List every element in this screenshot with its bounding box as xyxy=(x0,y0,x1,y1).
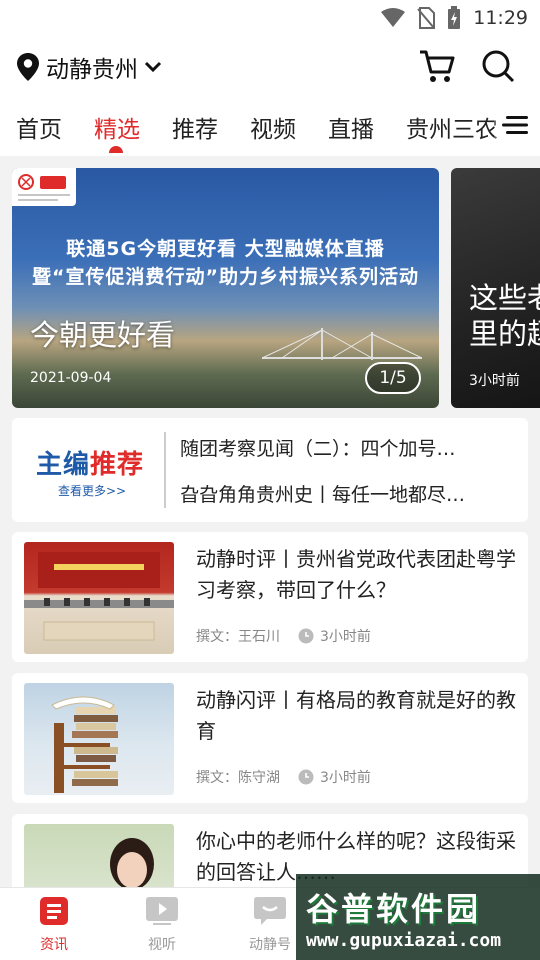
banner-headline-line2: 暨“宣传促消费行动”助力乡村振兴系列活动 xyxy=(32,266,419,288)
article-thumbnail xyxy=(24,542,174,654)
nav-news-label: 资讯 xyxy=(40,937,68,953)
nav-news[interactable]: 资讯 xyxy=(14,896,94,954)
tab-video[interactable]: 视频 xyxy=(250,110,296,144)
watermark-title: 谷普软件园 xyxy=(306,890,482,928)
brand-right: 推荐 xyxy=(90,450,145,480)
clock-icon xyxy=(298,628,314,644)
chevron-down-icon xyxy=(144,61,162,73)
location-selector[interactable]: 动静贵州 xyxy=(16,50,162,84)
article-author: 撰文：王石川 xyxy=(196,629,280,645)
tab-home[interactable]: 首页 xyxy=(16,110,62,144)
article-card[interactable]: 动静时评丨贵州省党政代表团赴粤学习考察，带回了什么？ 撰文：王石川 3小时前 xyxy=(12,532,528,662)
editor-picks-panel: 主编推荐 查看更多>> 随团考察见闻（二）：四个加号… 旮旮角角贵州史丨每任一地… xyxy=(12,418,528,522)
carousel-slide-next[interactable]: 这些老 里的趣 3小时前 xyxy=(451,168,540,408)
editor-picks-brand: 主编推荐 xyxy=(36,444,144,481)
editor-pick-item[interactable]: 随团考察见闻（二）：四个加号… xyxy=(180,434,456,461)
see-more-link[interactable]: 查看更多>> xyxy=(58,482,126,499)
status-bar: 11:29 xyxy=(0,0,540,36)
article-author: 撰文：陈守湖 xyxy=(196,770,280,786)
cart-button[interactable] xyxy=(418,48,456,88)
active-tab-indicator xyxy=(109,146,123,153)
news-icon xyxy=(40,897,68,925)
search-icon xyxy=(482,50,515,83)
wifi-icon xyxy=(381,8,406,27)
carousel-counter: 1/5 xyxy=(365,362,421,394)
battery-charging-icon xyxy=(448,6,461,29)
status-icons: 11:29 xyxy=(381,6,528,30)
chat-icon xyxy=(254,897,286,925)
tab-live[interactable]: 直播 xyxy=(328,110,374,144)
tab-featured[interactable]: 精选 xyxy=(94,110,140,144)
next-slide-time: 3小时前 xyxy=(469,373,520,389)
location-name: 动静贵州 xyxy=(46,57,138,83)
clock-icon xyxy=(298,769,314,785)
article-meta: 撰文：王石川 3小时前 xyxy=(196,626,371,646)
article-time: 3小时前 xyxy=(320,629,371,645)
top-bar: 动静贵州 xyxy=(0,36,540,96)
banner-headline-line1: 联通5G今朝更好看 大型融媒体直播 xyxy=(66,238,385,260)
nav-audiovisual[interactable]: 视听 xyxy=(122,896,202,954)
tab-recommend[interactable]: 推荐 xyxy=(172,110,218,144)
article-time: 3小时前 xyxy=(320,770,371,786)
article-title: 动静时评丨贵州省党政代表团赴粤学习考察，带回了什么？ xyxy=(196,547,516,602)
nav-audiovisual-label: 视听 xyxy=(148,937,176,953)
watermark-url: www.gupuxiazai.com xyxy=(306,930,502,951)
channel-menu-button[interactable] xyxy=(494,114,530,140)
status-time: 11:29 xyxy=(473,7,528,29)
menu-icon xyxy=(502,116,528,134)
article-title: 动静闪评丨有格局的教育就是好的教育 xyxy=(196,688,516,743)
brand-left: 主编 xyxy=(36,450,91,480)
next-slide-title-line2: 里的趣 xyxy=(469,317,540,351)
play-icon xyxy=(146,897,178,925)
banner-date: 2021-09-04 xyxy=(30,370,112,386)
banner-title: 今朝更好看 xyxy=(30,318,176,352)
china-unicom-5g-logo xyxy=(12,168,76,206)
article-thumbnail xyxy=(24,683,174,795)
article-meta: 撰文：陈守湖 3小时前 xyxy=(196,767,371,787)
search-button[interactable] xyxy=(480,48,516,88)
cart-icon xyxy=(420,50,455,82)
site-watermark: 谷普软件园 www.gupuxiazai.com xyxy=(296,874,540,960)
editor-pick-item[interactable]: 旮旮角角贵州史丨每任一地都尽… xyxy=(180,480,465,507)
tab-guizhou-agriculture[interactable]: 贵州三农 xyxy=(406,110,498,144)
location-pin-icon xyxy=(17,53,39,81)
channel-tabs: 首页 精选 推荐 视频 直播 贵州三农 xyxy=(0,96,540,156)
no-sim-icon xyxy=(417,7,436,29)
article-card[interactable]: 动静闪评丨有格局的教育就是好的教育 撰文：陈守湖 3小时前 xyxy=(12,673,528,803)
divider xyxy=(164,432,166,508)
next-slide-title-line1: 这些老 xyxy=(469,281,540,315)
carousel-slide-main[interactable]: 联通5G今朝更好看 大型融媒体直播 暨“宣传促消费行动”助力乡村振兴系列活动 今… xyxy=(12,168,439,408)
next-slide-title: 这些老 里的趣 xyxy=(469,280,540,352)
